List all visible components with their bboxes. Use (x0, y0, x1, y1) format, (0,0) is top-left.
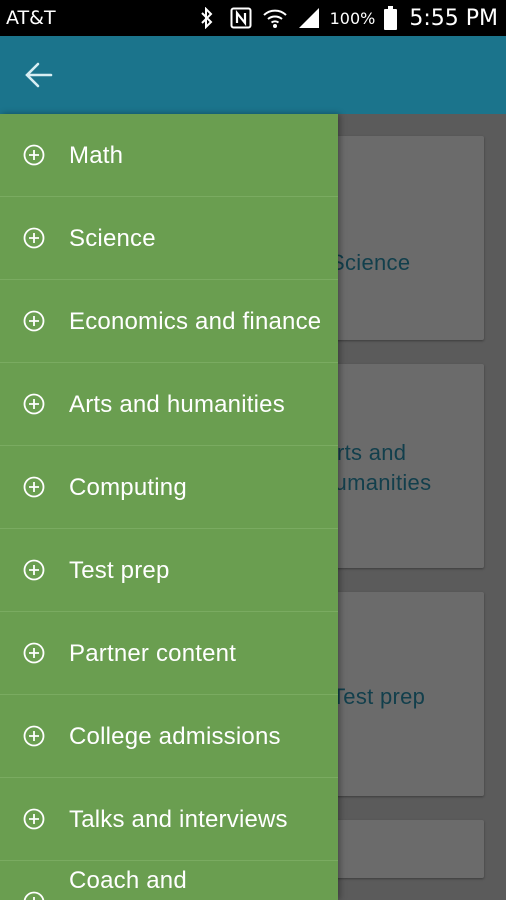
clock: 5:55 PM (409, 5, 498, 31)
wifi-icon (262, 5, 288, 31)
topic-card: Arts and humanities (318, 364, 484, 568)
add-circle-icon (23, 891, 45, 900)
topic-card (318, 820, 484, 878)
drawer-item-label: College admissions (69, 722, 281, 750)
signal-icon (296, 5, 322, 31)
add-circle-icon (23, 642, 45, 664)
topic-card: Test prep (318, 592, 484, 796)
drawer-item-test-prep[interactable]: Test prep (0, 529, 338, 612)
drawer-item-science[interactable]: Science (0, 197, 338, 280)
add-circle-icon (23, 476, 45, 498)
drawer-item-label: Arts and humanities (69, 390, 285, 418)
add-circle-icon (23, 725, 45, 747)
drawer-item-label: Talks and interviews (69, 805, 288, 833)
status-bar: AT&T 100% 5:55 PM (0, 0, 506, 36)
battery-percent: 100% (329, 8, 376, 28)
back-arrow-icon (25, 62, 53, 88)
add-circle-icon (23, 227, 45, 249)
drawer-item-computing[interactable]: Computing (0, 446, 338, 529)
drawer-item-label: Partner content (69, 639, 237, 667)
bluetooth-icon (194, 5, 220, 31)
nfc-icon (228, 5, 254, 31)
topic-card: Science (318, 136, 484, 340)
navigation-drawer: Math Science Economics and finance Arts … (0, 114, 338, 900)
add-circle-icon (23, 144, 45, 166)
drawer-item-partner-content[interactable]: Partner content (0, 612, 338, 695)
drawer-item-coach-and[interactable]: Coach and (0, 861, 338, 900)
topic-card-label: Science (330, 250, 411, 275)
app-bar (0, 36, 506, 114)
topic-card-label: Arts and humanities (322, 440, 432, 495)
add-circle-icon (23, 310, 45, 332)
drawer-item-math[interactable]: Math (0, 114, 338, 197)
add-circle-icon (23, 559, 45, 581)
add-circle-icon (23, 393, 45, 415)
back-button[interactable] (22, 58, 56, 92)
drawer-item-label: Science (69, 224, 156, 252)
add-circle-icon (23, 808, 45, 830)
drawer-item-label: Economics and finance (69, 307, 322, 335)
drawer-item-economics-and-finance[interactable]: Economics and finance (0, 280, 338, 363)
drawer-item-college-admissions[interactable]: College admissions (0, 695, 338, 778)
drawer-item-arts-and-humanities[interactable]: Arts and humanities (0, 363, 338, 446)
battery-icon (383, 5, 397, 31)
drawer-item-label: Test prep (69, 556, 170, 584)
drawer-item-label: Coach and (69, 867, 187, 894)
topic-card-label: Test prep (332, 684, 426, 709)
status-icons: 100% 5:55 PM (194, 5, 498, 31)
drawer-item-label: Math (69, 141, 124, 169)
carrier-name: AT&T (6, 7, 56, 29)
drawer-item-talks-and-interviews[interactable]: Talks and interviews (0, 778, 338, 861)
drawer-item-label: Computing (69, 473, 187, 501)
